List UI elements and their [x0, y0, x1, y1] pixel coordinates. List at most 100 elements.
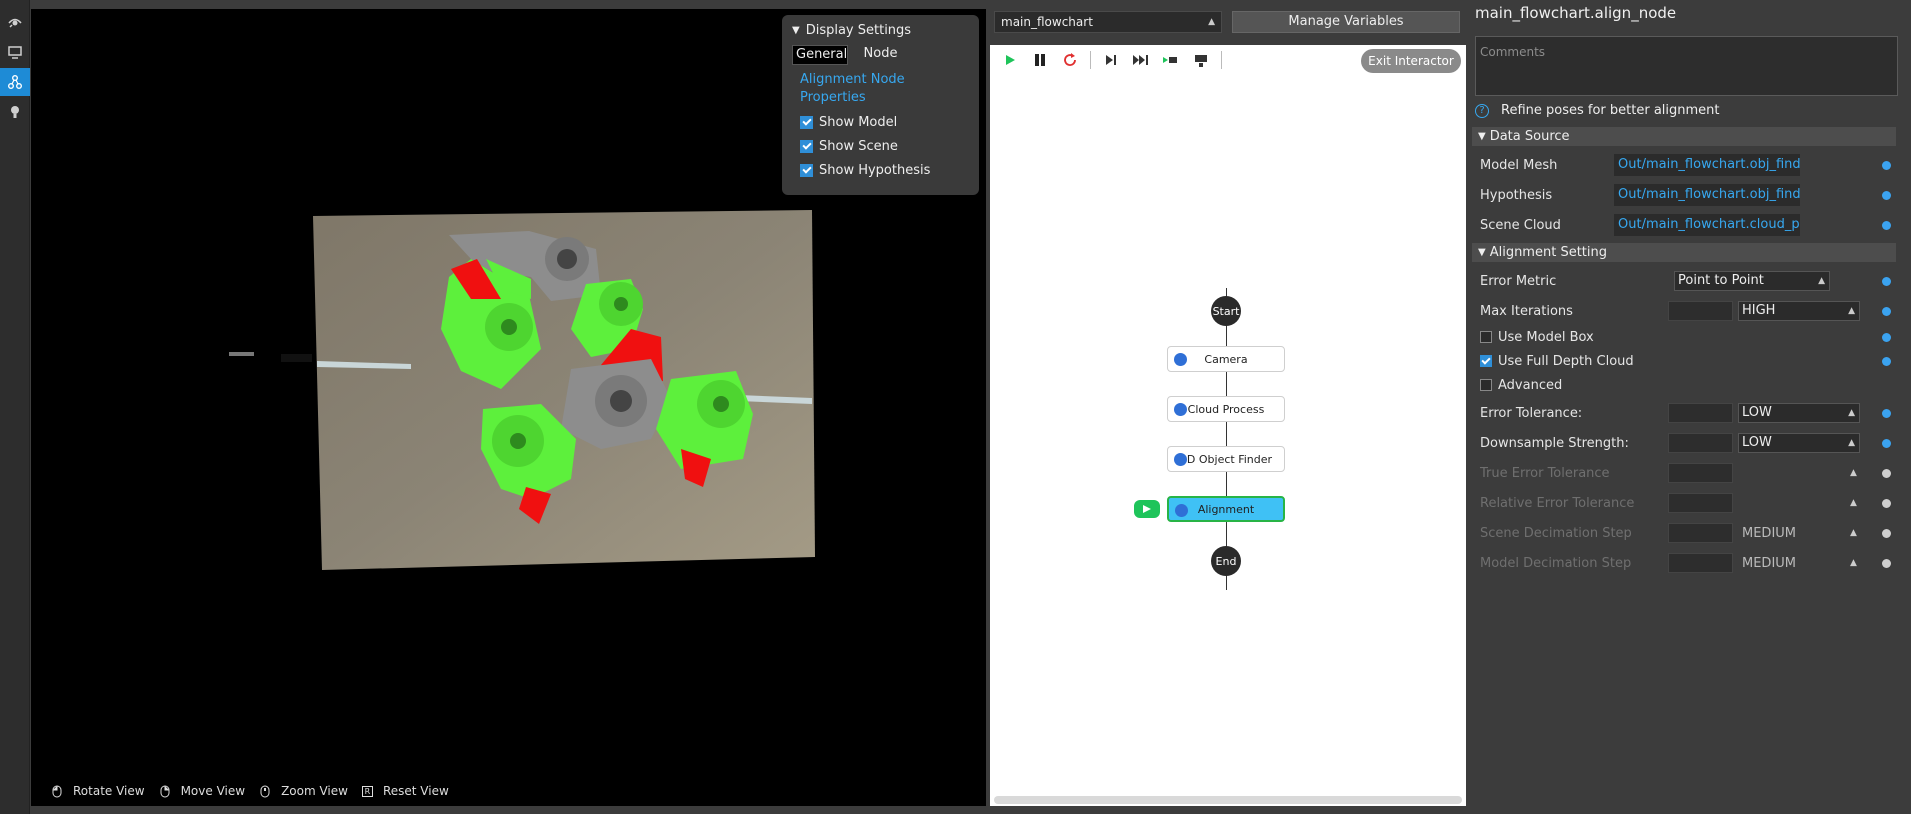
- play-icon[interactable]: [1000, 50, 1020, 70]
- scene-decimation-input: [1668, 523, 1733, 543]
- updown-arrow-icon: ▲: [1848, 438, 1855, 448]
- manage-variables-button[interactable]: Manage Variables: [1232, 11, 1460, 33]
- checkbox-icon[interactable]: [800, 139, 813, 153]
- updown-arrow-icon: ▲: [1850, 558, 1857, 568]
- mouse-right-icon: [159, 785, 171, 798]
- link-dot-icon[interactable]: [1882, 190, 1891, 200]
- display-settings-tabs: Node General: [792, 45, 969, 65]
- show-scene-checkbox[interactable]: Show Scene: [792, 137, 969, 155]
- bulb-icon[interactable]: [0, 98, 30, 126]
- link-dot-icon[interactable]: [1882, 220, 1891, 230]
- link-dot-icon[interactable]: [1882, 332, 1891, 342]
- gear-icon: [1174, 403, 1187, 416]
- fast-forward-icon[interactable]: [1131, 50, 1151, 70]
- error-metric-row: Error Metric Point to Point ▲: [1480, 269, 1900, 293]
- comments-textarea[interactable]: Comments: [1475, 36, 1898, 96]
- advanced-checkbox[interactable]: [1480, 379, 1492, 391]
- true-error-row: True Error Tolerance ▲: [1480, 461, 1900, 485]
- flow-node-alignment[interactable]: Alignment: [1167, 496, 1285, 522]
- flowchart-canvas[interactable]: Exit Interactor Start Camera Cloud Proce…: [990, 45, 1466, 806]
- link-dot-icon[interactable]: [1882, 438, 1891, 448]
- toolbar-divider: [1221, 51, 1222, 69]
- start-node[interactable]: Start: [1211, 296, 1241, 326]
- error-tolerance-select[interactable]: LOW ▲: [1738, 403, 1860, 423]
- model-decimation-input: [1668, 553, 1733, 573]
- exit-interactor-button[interactable]: Exit Interactor: [1361, 49, 1461, 73]
- view-controls: Rotate View Move View Zoom View R Reset …: [51, 784, 449, 798]
- run-to-node-icon[interactable]: [1161, 50, 1181, 70]
- error-tolerance-row: Error Tolerance: LOW ▲: [1480, 401, 1900, 425]
- max-iterations-input[interactable]: [1668, 301, 1733, 321]
- advanced-row: Advanced: [1480, 373, 1900, 397]
- capture-icon[interactable]: [1191, 50, 1211, 70]
- updown-arrow-icon: ▲: [1850, 498, 1857, 508]
- node-title: main_flowchart.align_node: [1475, 4, 1677, 22]
- link-dot-icon: [1882, 558, 1891, 568]
- display-settings-panel: ▼ Display Settings Node General Alignmen…: [782, 15, 979, 195]
- scene-cloud-link[interactable]: Out/main_flowchart.cloud_process_node/c: [1614, 214, 1800, 236]
- checkbox-icon[interactable]: [800, 163, 813, 177]
- step-icon[interactable]: [1101, 50, 1121, 70]
- link-dot-icon: [1882, 468, 1891, 478]
- downsample-row: Downsample Strength: LOW ▲: [1480, 431, 1900, 455]
- use-model-box-checkbox[interactable]: [1480, 331, 1492, 343]
- show-scene-label: Show Scene: [819, 138, 898, 154]
- show-hypothesis-checkbox[interactable]: Show Hypothesis: [792, 161, 969, 179]
- link-dot-icon[interactable]: [1882, 306, 1891, 316]
- link-dot-icon[interactable]: [1882, 276, 1891, 286]
- flow-node-cloud-process[interactable]: Cloud Process: [1167, 396, 1285, 422]
- help-icon[interactable]: ?: [1475, 103, 1489, 118]
- scene-cloud-row: Scene Cloud Out/main_flowchart.cloud_pro…: [1480, 213, 1900, 237]
- model-mesh-link[interactable]: Out/main_flowchart.obj_finder_3d_node/o: [1614, 154, 1800, 176]
- eye-icon[interactable]: [0, 8, 30, 36]
- hypothesis-link[interactable]: Out/main_flowchart.obj_finder_3d_node/o: [1614, 184, 1800, 206]
- alignment-setting-section[interactable]: ▼ Alignment Setting: [1472, 243, 1896, 262]
- r-key-icon: R: [361, 785, 373, 797]
- hypothesis-row: Hypothesis Out/main_flowchart.obj_finder…: [1480, 183, 1900, 207]
- error-metric-select[interactable]: Point to Point ▲: [1674, 271, 1830, 291]
- zoom-view-hint: Zoom View: [259, 784, 348, 798]
- flowchart-select[interactable]: main_flowchart ▲: [994, 11, 1222, 33]
- horizontal-scrollbar[interactable]: [994, 796, 1462, 804]
- display-settings-header[interactable]: ▼ Display Settings: [792, 21, 969, 39]
- rotate-view-hint: Rotate View: [51, 784, 145, 798]
- show-model-checkbox[interactable]: Show Model: [792, 113, 969, 131]
- max-iterations-row: Max Iterations HIGH ▲: [1480, 299, 1900, 323]
- use-full-depth-row: Use Full Depth Cloud: [1480, 349, 1900, 373]
- monitor-icon[interactable]: [0, 38, 30, 66]
- show-model-label: Show Model: [819, 114, 898, 130]
- restart-icon[interactable]: [1060, 50, 1080, 70]
- pause-icon[interactable]: [1030, 50, 1050, 70]
- flowchart-panel: main_flowchart ▲ Manage Variables Exit I…: [988, 9, 1466, 806]
- data-source-section[interactable]: ▼ Data Source: [1472, 127, 1896, 146]
- left-rail: [0, 0, 30, 814]
- downsample-input[interactable]: [1668, 433, 1733, 453]
- checkbox-icon[interactable]: [800, 115, 813, 129]
- flowchart-icon[interactable]: [0, 68, 30, 96]
- 3d-viewport[interactable]: ▼ Display Settings Node General Alignmen…: [31, 9, 986, 806]
- model-mesh-row: Model Mesh Out/main_flowchart.obj_finder…: [1480, 153, 1900, 177]
- flow-connector: [1226, 288, 1227, 590]
- link-dot-icon[interactable]: [1882, 160, 1891, 170]
- gear-icon: [1174, 453, 1187, 466]
- flow-node-3d-object-finder[interactable]: 3D Object Finder: [1167, 446, 1285, 472]
- updown-arrow-icon: ▲: [1848, 306, 1855, 316]
- alignment-node-properties-link[interactable]: Alignment Node Properties: [792, 71, 969, 107]
- collapse-triangle-icon: ▼: [1478, 131, 1486, 142]
- help-row: ? Refine poses for better alignment: [1475, 103, 1720, 118]
- use-full-depth-checkbox[interactable]: [1480, 355, 1492, 367]
- camera-icon: [1174, 353, 1187, 366]
- max-iterations-select[interactable]: HIGH ▲: [1738, 301, 1860, 321]
- end-node[interactable]: End: [1211, 546, 1241, 576]
- link-dot-icon[interactable]: [1882, 356, 1891, 366]
- relative-error-input: [1668, 493, 1733, 513]
- toolbar-divider: [1090, 51, 1091, 69]
- link-dot-icon[interactable]: [1882, 408, 1891, 418]
- updown-arrow-icon: ▲: [1850, 528, 1857, 538]
- tab-general[interactable]: General: [792, 45, 849, 65]
- flow-node-camera[interactable]: Camera: [1167, 346, 1285, 372]
- downsample-select[interactable]: LOW ▲: [1738, 433, 1860, 453]
- updown-arrow-icon: ▲: [1848, 408, 1855, 418]
- collapse-triangle-icon: ▼: [1478, 247, 1486, 258]
- error-tolerance-input[interactable]: [1668, 403, 1733, 423]
